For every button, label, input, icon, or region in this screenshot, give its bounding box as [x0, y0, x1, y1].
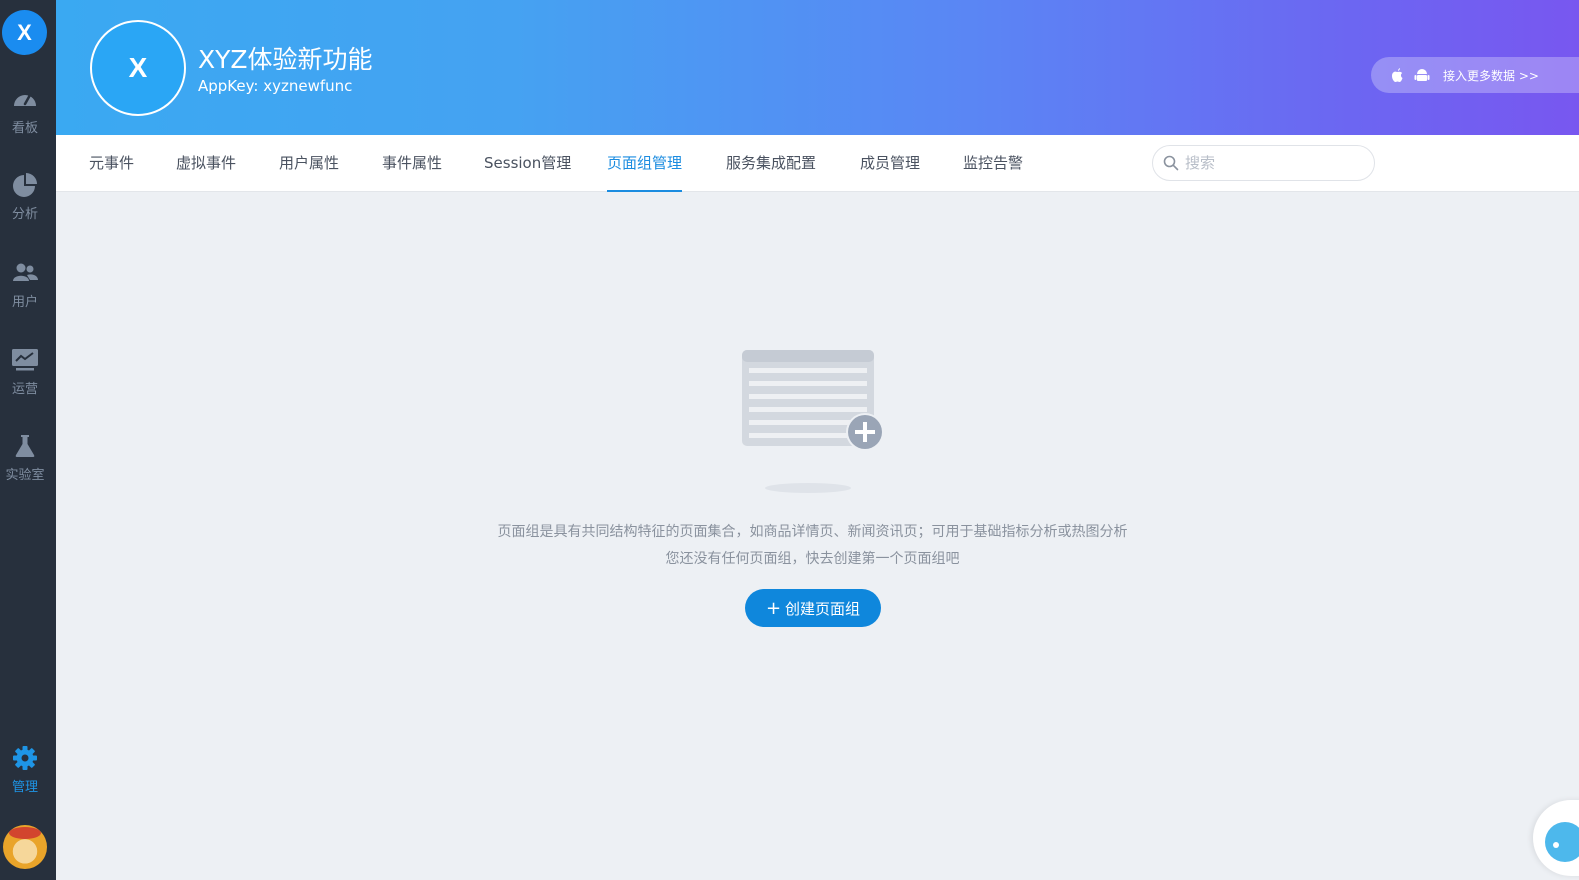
flask-icon	[15, 435, 35, 457]
tab-page-group-management[interactable]: 页面组管理	[607, 135, 683, 192]
empty-state-hint: 您还没有任何页面组，快去创建第一个页面组吧	[665, 551, 960, 567]
dashboard-icon	[14, 93, 36, 106]
tab-virtual-events[interactable]: 虚拟事件	[176, 135, 236, 192]
sidebar-item-label: 分析	[11, 207, 38, 222]
sidebar-item-dashboard[interactable]: 看板	[0, 86, 50, 136]
sidebar-item-label: 用户	[11, 295, 38, 310]
user-avatar[interactable]	[3, 825, 47, 869]
more-data-button[interactable]: 接入更多数据 >>	[1371, 57, 1579, 93]
tab-bar: 元事件 虚拟事件 用户属性 事件属性 Session管理 页面组管理 服务集成配…	[56, 135, 1579, 192]
app-icon: X	[90, 20, 186, 116]
sidebar: X 看板 分析 用户 运营 实验室 管理	[0, 0, 56, 880]
tab-user-properties[interactable]: 用户属性	[279, 135, 339, 192]
android-icon	[1414, 69, 1430, 81]
sidebar-item-operations[interactable]: 运营	[0, 347, 50, 397]
apple-icon	[1392, 68, 1403, 82]
tab-monitoring-alerts[interactable]: 监控告警	[963, 135, 1023, 192]
create-page-group-label: 创建页面组	[785, 599, 861, 618]
assistant-icon	[1545, 822, 1579, 862]
create-page-group-button[interactable]: + 创建页面组	[745, 589, 881, 627]
app-logo[interactable]: X	[2, 10, 47, 55]
app-key: AppKey: xyznewfunc	[198, 77, 353, 95]
assistant-widget[interactable]	[1533, 800, 1579, 876]
tab-member-management[interactable]: 成员管理	[860, 135, 920, 192]
app-title: XYZ体验新功能	[198, 45, 373, 74]
more-data-label: 接入更多数据 >>	[1443, 68, 1539, 83]
monitor-chart-icon	[12, 349, 38, 371]
sidebar-item-label: 实验室	[5, 468, 45, 483]
tab-event-properties[interactable]: 事件属性	[382, 135, 442, 192]
sidebar-item-label: 运营	[11, 382, 38, 397]
users-icon	[13, 263, 38, 281]
tab-service-integration[interactable]: 服务集成配置	[726, 135, 816, 192]
empty-state-description: 页面组是具有共同结构特征的页面集合，如商品详情页、新闻资讯页；可用于基础指标分析…	[497, 524, 1128, 540]
tab-session-management[interactable]: Session管理	[484, 135, 571, 192]
pie-chart-icon	[13, 173, 37, 197]
plus-icon: +	[765, 597, 782, 619]
sidebar-item-users[interactable]: 用户	[0, 260, 50, 310]
app-header-banner: X XYZ体验新功能 AppKey: xyznewfunc 接入更多数据 >>	[56, 0, 1579, 135]
search-icon	[1163, 155, 1179, 171]
page-group-add-icon	[742, 350, 884, 493]
sidebar-item-lab[interactable]: 实验室	[0, 433, 50, 483]
search-input[interactable]	[1185, 154, 1355, 172]
sidebar-item-label: 看板	[11, 121, 38, 136]
gear-icon	[13, 746, 37, 770]
sidebar-item-manage[interactable]: 管理	[0, 745, 50, 795]
sidebar-item-analysis[interactable]: 分析	[0, 172, 50, 222]
search-box	[1152, 145, 1375, 181]
tab-meta-events[interactable]: 元事件	[89, 135, 134, 192]
sidebar-item-label: 管理	[11, 780, 38, 795]
